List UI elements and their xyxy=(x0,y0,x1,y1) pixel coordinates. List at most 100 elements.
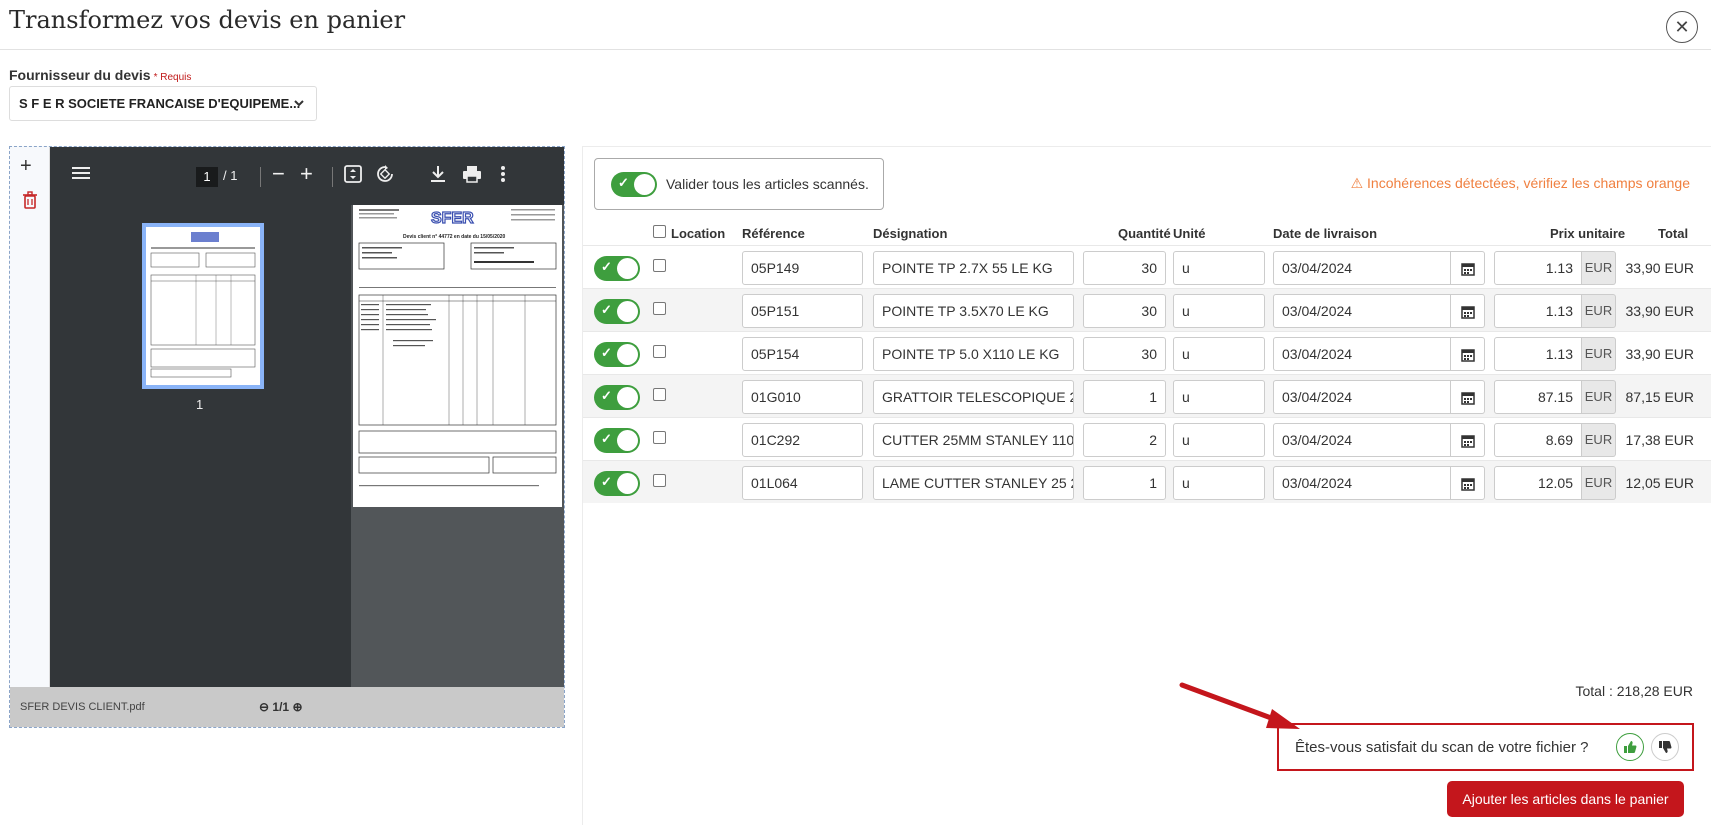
location-checkbox[interactable] xyxy=(653,474,666,487)
unit-input[interactable]: u xyxy=(1173,423,1265,457)
unit-price-input[interactable]: 87.15 xyxy=(1494,380,1582,414)
unit-price-input[interactable]: 1.13 xyxy=(1494,251,1582,285)
thumbs-up-icon[interactable] xyxy=(1616,733,1644,761)
unit-input[interactable]: u xyxy=(1173,337,1265,371)
designation-input[interactable]: POINTE TP 5.0 X110 LE KG xyxy=(873,337,1074,371)
menu-icon[interactable] xyxy=(72,165,90,181)
fit-page-icon[interactable] xyxy=(344,165,362,183)
location-checkbox[interactable] xyxy=(653,259,666,272)
more-options-icon[interactable] xyxy=(500,165,506,183)
pdf-toolbar: 1 / 1 − + xyxy=(50,147,564,205)
validate-all-toggle[interactable]: ✓ xyxy=(611,171,657,197)
supplier-select[interactable]: S F E R SOCIETE FRANCAISE D'EQUIPEME... xyxy=(9,86,317,121)
scanned-items-panel: ✓ Valider tous les articles scannés. ⚠ I… xyxy=(582,146,1711,825)
quantity-input[interactable]: 30 xyxy=(1083,251,1166,285)
location-checkbox[interactable] xyxy=(653,302,666,315)
chevron-down-icon xyxy=(294,100,304,107)
row-total: 17,38 EUR xyxy=(1625,432,1694,448)
quantity-input[interactable]: 1 xyxy=(1083,380,1166,414)
unit-price-input[interactable]: 8.69 xyxy=(1494,423,1582,457)
add-to-cart-button[interactable]: Ajouter les articles dans le panier xyxy=(1447,781,1684,817)
col-quantity: Quantité xyxy=(1118,226,1171,241)
designation-input[interactable]: LAME CUTTER STANLEY 25 2 xyxy=(873,466,1074,500)
unit-price-input[interactable]: 1.13 xyxy=(1494,294,1582,328)
file-counter: 1/1 xyxy=(272,700,290,714)
modal-header: Transformez vos devis en panier ✕ xyxy=(0,0,1711,50)
row-total: 12,05 EUR xyxy=(1625,475,1694,491)
file-name: SFER DEVIS CLIENT.pdf xyxy=(20,701,145,713)
location-checkbox[interactable] xyxy=(653,388,666,401)
page-thumbnail[interactable] xyxy=(142,223,264,389)
calendar-icon[interactable] xyxy=(1451,294,1485,328)
reference-input[interactable]: 01L064 xyxy=(742,466,863,500)
currency-label: EUR xyxy=(1582,294,1616,328)
unit-price-input[interactable]: 12.05 xyxy=(1494,466,1582,500)
supplier-label: Fournisseur du devis * Requis xyxy=(9,67,191,83)
quantity-input[interactable]: 1 xyxy=(1083,466,1166,500)
validate-all-label: Valider tous les articles scannés. xyxy=(666,176,869,192)
delivery-date-input[interactable]: 03/04/2024 xyxy=(1273,380,1451,414)
designation-input[interactable]: POINTE TP 3.5X70 LE KG xyxy=(873,294,1074,328)
rotate-icon[interactable] xyxy=(376,165,394,183)
col-designation: Désignation xyxy=(873,226,948,241)
reference-input[interactable]: 05P154 xyxy=(742,337,863,371)
validate-row-toggle[interactable]: ✓ xyxy=(594,342,640,367)
zoom-out-icon[interactable]: − xyxy=(272,161,285,187)
delivery-date-input[interactable]: 03/04/2024 xyxy=(1273,251,1451,285)
currency-label: EUR xyxy=(1582,337,1616,371)
unit-input[interactable]: u xyxy=(1173,294,1265,328)
calendar-icon[interactable] xyxy=(1451,251,1485,285)
page-view: SFER Devis client n° 44772 en date du 15… xyxy=(351,205,564,687)
thumbs-down-icon[interactable] xyxy=(1651,733,1679,761)
col-unit-price: Prix unitaire xyxy=(1550,226,1626,241)
trash-icon[interactable] xyxy=(22,191,38,209)
calendar-icon[interactable] xyxy=(1451,380,1485,414)
designation-input[interactable]: CUTTER 25MM STANLEY 110 xyxy=(873,423,1074,457)
reference-input[interactable]: 05P151 xyxy=(742,294,863,328)
close-icon[interactable]: ✕ xyxy=(1666,11,1698,43)
delivery-date-input[interactable]: 03/04/2024 xyxy=(1273,294,1451,328)
print-icon[interactable] xyxy=(462,165,482,183)
download-icon[interactable] xyxy=(430,165,446,183)
supplier-label-text: Fournisseur du devis xyxy=(9,67,151,83)
currency-label: EUR xyxy=(1582,380,1616,414)
reference-input[interactable]: 01G010 xyxy=(742,380,863,414)
calendar-icon[interactable] xyxy=(1451,423,1485,457)
pdf-footer: SFER DEVIS CLIENT.pdf ⊖ 1/1 ⊕ xyxy=(10,687,564,727)
pdf-viewer-panel: + 1 / 1 − + 1 SFER Devis client n° 44772… xyxy=(9,146,565,728)
reference-input[interactable]: 01C292 xyxy=(742,423,863,457)
quantity-input[interactable]: 30 xyxy=(1083,337,1166,371)
location-all-checkbox[interactable] xyxy=(653,225,666,238)
page-number-input[interactable]: 1 xyxy=(196,167,218,187)
next-file-icon[interactable]: ⊕ xyxy=(292,700,302,714)
quantity-input[interactable]: 30 xyxy=(1083,294,1166,328)
delivery-date-input[interactable]: 03/04/2024 xyxy=(1273,337,1451,371)
validate-row-toggle[interactable]: ✓ xyxy=(594,299,640,324)
table-row: ✓ 01C292 CUTTER 25MM STANLEY 110 2 u 03/04/20… xyxy=(583,417,1711,460)
quantity-input[interactable]: 2 xyxy=(1083,423,1166,457)
currency-label: EUR xyxy=(1582,251,1616,285)
unit-price-input[interactable]: 1.13 xyxy=(1494,337,1582,371)
previous-file-icon[interactable]: ⊖ xyxy=(259,700,269,714)
zoom-in-icon[interactable]: + xyxy=(300,161,313,187)
unit-input[interactable]: u xyxy=(1173,466,1265,500)
unit-input[interactable]: u xyxy=(1173,380,1265,414)
unit-input[interactable]: u xyxy=(1173,251,1265,285)
currency-label: EUR xyxy=(1582,466,1616,500)
location-checkbox[interactable] xyxy=(653,431,666,444)
add-file-icon[interactable]: + xyxy=(20,155,32,178)
validate-row-toggle[interactable]: ✓ xyxy=(594,428,640,453)
calendar-icon[interactable] xyxy=(1451,466,1485,500)
validate-row-toggle[interactable]: ✓ xyxy=(594,385,640,410)
delivery-date-input[interactable]: 03/04/2024 xyxy=(1273,466,1451,500)
calendar-icon[interactable] xyxy=(1451,337,1485,371)
row-total: 33,90 EUR xyxy=(1625,346,1694,362)
location-checkbox[interactable] xyxy=(653,345,666,358)
designation-input[interactable]: GRATTOIR TELESCOPIQUE 2 A xyxy=(873,380,1074,414)
designation-input[interactable]: POINTE TP 2.7X 55 LE KG xyxy=(873,251,1074,285)
validate-row-toggle[interactable]: ✓ xyxy=(594,256,640,281)
delivery-date-input[interactable]: 03/04/2024 xyxy=(1273,423,1451,457)
reference-input[interactable]: 05P149 xyxy=(742,251,863,285)
validate-row-toggle[interactable]: ✓ xyxy=(594,471,640,496)
pdf-side-toolbar: + xyxy=(10,147,50,687)
